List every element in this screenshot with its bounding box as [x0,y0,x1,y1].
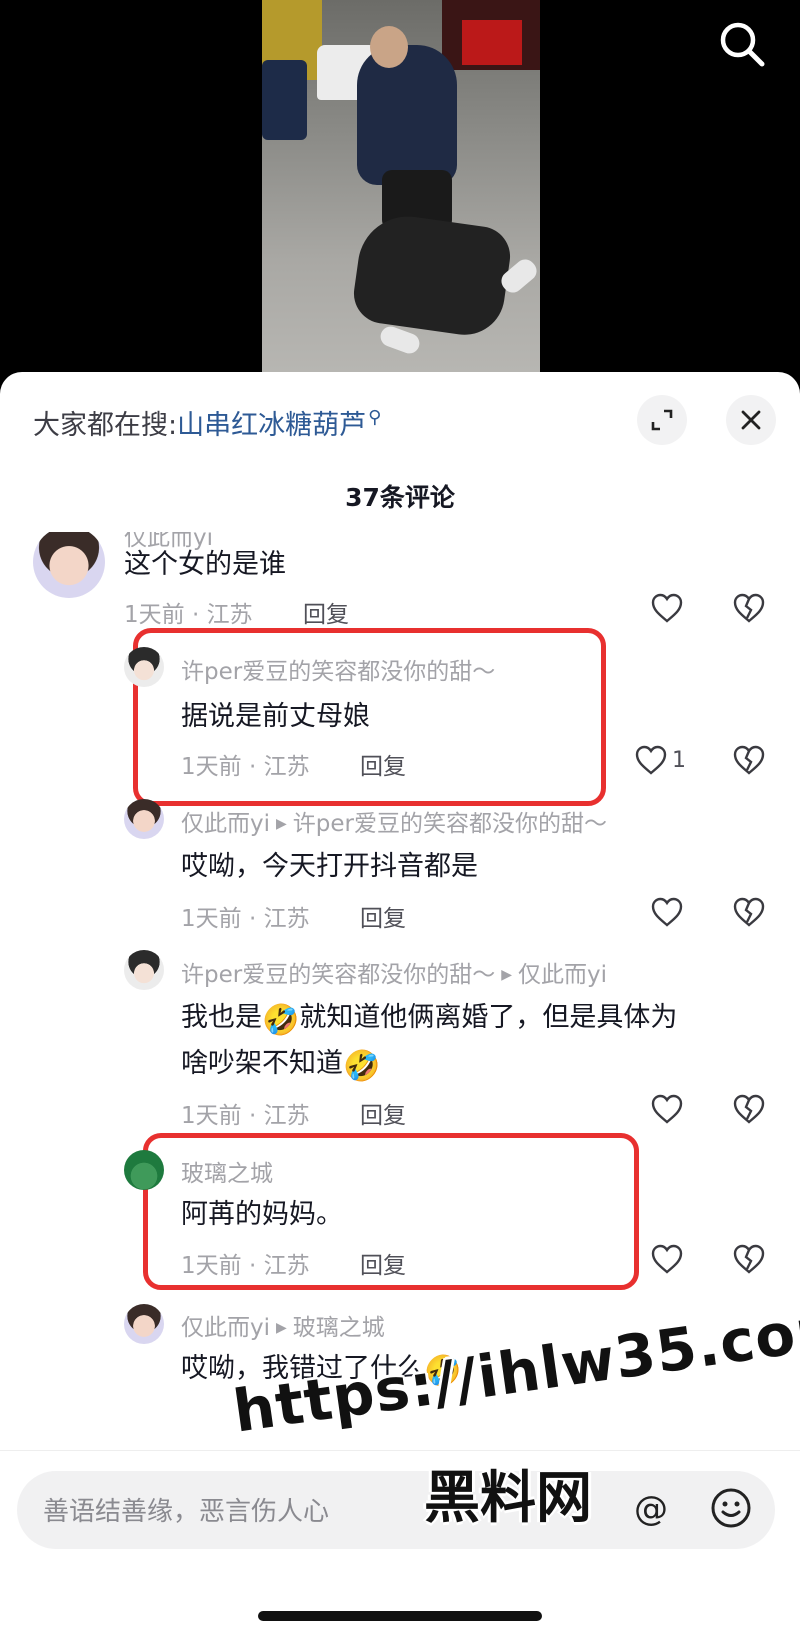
dislike-button[interactable] [732,744,766,780]
like-button[interactable] [650,1093,684,1125]
dislike-button[interactable] [732,896,766,932]
comment-time-location: 1天前 · 江苏 [181,754,310,780]
expand-button[interactable] [637,395,687,445]
hot-search-link[interactable]: 山串红冰糖葫芦 [177,403,366,442]
avatar[interactable] [33,532,105,598]
video-frame [262,0,540,372]
comment-username[interactable]: 许per爱豆的笑容都没你的甜～ ▶ 仅此而yi [181,955,607,989]
search-icon: ⚲ [368,406,382,428]
comment-input-placeholder: 善语结善缘，恶言伤人心 [43,1497,330,1527]
reply-button[interactable]: 回复 [303,595,349,629]
broken-heart-icon [733,897,765,927]
comment-text: 据说是前丈母娘 [181,701,370,732]
comment-time-location: 1天前 · 江苏 [181,1253,310,1279]
comment-username[interactable]: 仅此而yi ▶ 许per爱豆的笑容都没你的甜～ [181,804,607,838]
username[interactable]: 仅此而yi [181,1315,270,1341]
comment-input[interactable]: 善语结善缘，恶言伤人心 @ [17,1471,775,1549]
comment-username[interactable]: 玻璃之城 [181,1154,273,1188]
reply-to-username[interactable]: 许per爱豆的笑容都没你的甜～ [293,811,607,837]
hot-search-prefix: 大家都在搜: [33,409,178,441]
like-count: 1 [672,747,686,773]
comment-text-line: 哎呦，我错过了什么🤣 [181,1346,461,1395]
avatar[interactable] [124,1150,164,1190]
laughing-emoji-icon: 🤣 [424,1354,462,1389]
username[interactable]: 许per爱豆的笑容都没你的甜～ [181,962,495,988]
comments-sheet: 大家都在搜: 山串红冰糖葫芦 ⚲ 37条评论 仅此而yi 这个女的是谁 1天前 … [0,372,800,1636]
hot-search-bar[interactable]: 大家都在搜: 山串红冰糖葫芦 ⚲ [33,402,381,442]
close-button[interactable] [726,395,776,445]
comment-text: 啥吵架不知道 [181,1048,343,1079]
heart-icon [651,897,683,927]
laughing-emoji-icon: 🤣 [343,1049,381,1084]
comment-time-location: 1天前 · 江苏 [181,906,310,932]
reply-arrow-icon: ▶ [276,1320,287,1336]
comment-time-location: 1天前 · 江苏 [181,1103,310,1129]
heart-icon [635,745,667,775]
comment-text: 阿苒的妈妈。 [181,1199,343,1230]
broken-heart-icon [733,745,765,775]
broken-heart-icon [733,1244,765,1274]
expand-icon [651,409,673,431]
reply-to-username[interactable]: 玻璃之城 [293,1315,385,1341]
dislike-button[interactable] [732,1093,766,1129]
reply-arrow-icon: ▶ [501,967,512,983]
heart-icon [651,593,683,623]
comment-time-location: 1天前 · 江苏 [124,602,253,628]
broken-heart-icon [733,1094,765,1124]
comment-text-line: 啥吵架不知道🤣 [181,1041,380,1090]
like-button[interactable]: 1 [634,744,686,776]
like-button[interactable] [650,896,684,928]
dislike-button[interactable] [732,1243,766,1279]
reply-button[interactable]: 回复 [360,1246,406,1280]
close-icon [741,410,761,430]
comment-text: 哎呦，今天打开抖音都是 [181,851,478,882]
broken-heart-icon [733,593,765,623]
comment-text: 哎呦，我错过了什么 [181,1353,424,1384]
laughing-emoji-icon: 🤣 [262,1003,300,1038]
like-button[interactable] [650,1243,684,1275]
comment-text-line: 我也是🤣就知道他俩离婚了，但是具体为 [181,995,677,1044]
avatar[interactable] [124,647,164,687]
dislike-button[interactable] [732,592,766,628]
reply-button[interactable]: 回复 [360,1096,406,1130]
comments-count: 37条评论 [345,483,455,512]
comment-text: 我也是 [181,1002,262,1033]
video-player[interactable] [0,0,800,372]
comment-input-bar: 善语结善缘，恶言伤人心 @ [0,1450,800,1636]
reply-button[interactable]: 回复 [360,899,406,933]
comment-username[interactable]: 许per爱豆的笑容都没你的甜～ [181,652,495,686]
like-button[interactable] [650,592,684,624]
comment-text: 就知道他俩离婚了，但是具体为 [299,1002,678,1033]
search-icon[interactable] [716,18,770,72]
heart-icon [651,1094,683,1124]
reply-button[interactable]: 回复 [360,747,406,781]
comment-text: 这个女的是谁 [124,549,286,580]
emoji-icon[interactable] [709,1486,753,1534]
heart-icon [651,1244,683,1274]
avatar[interactable] [124,799,164,839]
reply-arrow-icon: ▶ [276,816,287,832]
comment-username[interactable]: 仅此而yi ▶ 玻璃之城 [181,1308,385,1342]
avatar[interactable] [124,950,164,990]
mention-icon[interactable]: @ [634,1489,668,1529]
home-indicator[interactable] [258,1611,542,1621]
username[interactable]: 仅此而yi [181,811,270,837]
avatar[interactable] [124,1304,164,1344]
reply-to-username[interactable]: 仅此而yi [518,962,607,988]
